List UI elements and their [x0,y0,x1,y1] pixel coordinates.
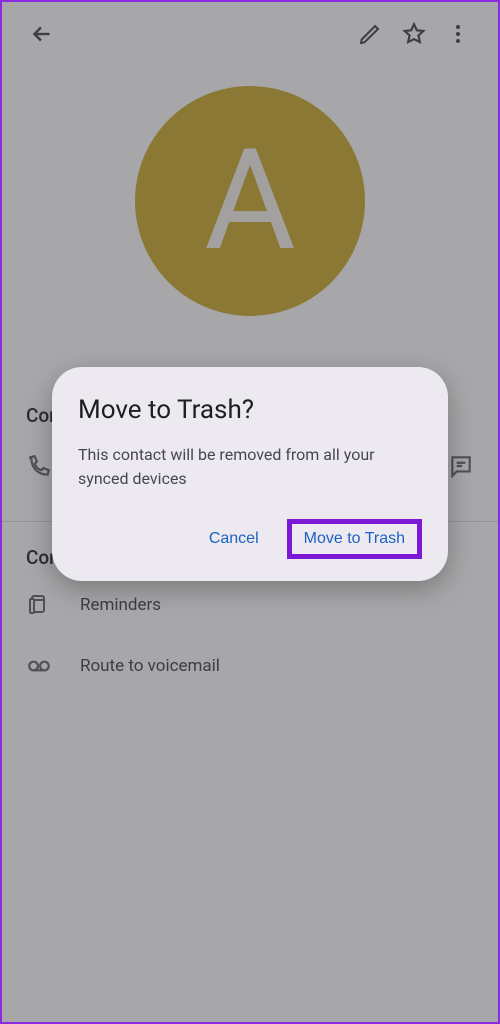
cancel-button[interactable]: Cancel [203,520,265,558]
move-to-trash-dialog: Move to Trash? This contact will be remo… [52,367,448,581]
move-to-trash-button[interactable]: Move to Trash [287,519,422,559]
dialog-body: This contact will be removed from all yo… [78,443,422,491]
dialog-title: Move to Trash? [78,395,422,425]
dialog-actions: Cancel Move to Trash [78,519,422,559]
contact-detail-screen: A Contact info Mobile · Default Contact … [2,2,498,1022]
